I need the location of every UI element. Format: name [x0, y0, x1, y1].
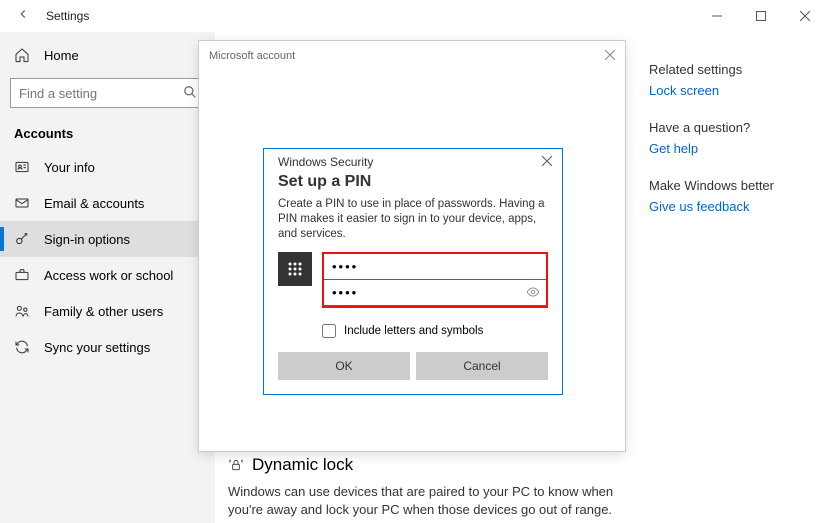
dynamic-lock-icon — [228, 457, 244, 473]
related-settings-heading: Related settings — [649, 62, 817, 77]
include-letters-label: Include letters and symbols — [344, 325, 483, 337]
sidebar-item-label: Your info — [44, 160, 95, 175]
key-icon — [14, 231, 30, 247]
keypad-icon — [278, 252, 312, 286]
security-dialog-desc: Create a PIN to use in place of password… — [264, 197, 562, 252]
sidebar-section-title: Accounts — [0, 118, 215, 149]
security-dialog-close-icon[interactable] — [542, 155, 552, 169]
sidebar-item-label: Sign-in options — [44, 232, 130, 247]
minimize-button[interactable] — [695, 0, 739, 32]
close-button[interactable] — [783, 0, 827, 32]
search-wrap — [10, 78, 205, 108]
sidebar: Home Accounts Your info Email & accounts… — [0, 32, 215, 523]
sidebar-item-email-accounts[interactable]: Email & accounts — [0, 185, 215, 221]
pin-confirm-input[interactable] — [324, 280, 546, 306]
dynamic-lock-section: Dynamic lock Windows can use devices tha… — [228, 455, 628, 518]
sidebar-item-family-users[interactable]: Family & other users — [0, 293, 215, 329]
sidebar-home[interactable]: Home — [0, 38, 215, 72]
people-icon — [14, 303, 30, 319]
ms-modal-close-icon[interactable] — [605, 50, 615, 63]
pin-input[interactable] — [324, 254, 546, 280]
home-icon — [14, 47, 30, 63]
sidebar-item-label: Access work or school — [44, 268, 173, 283]
title-bar: Settings — [0, 0, 827, 32]
cancel-button[interactable]: Cancel — [416, 352, 548, 380]
feedback-link[interactable]: Give us feedback — [649, 199, 817, 214]
briefcase-icon — [14, 267, 30, 283]
lock-screen-link[interactable]: Lock screen — [649, 83, 817, 98]
dynamic-lock-text: Windows can use devices that are paired … — [228, 483, 628, 518]
question-heading: Have a question? — [649, 120, 817, 135]
maximize-button[interactable] — [739, 0, 783, 32]
dynamic-lock-title: Dynamic lock — [252, 455, 353, 475]
sidebar-item-label: Family & other users — [44, 304, 163, 319]
security-dialog-header: Windows Security — [278, 155, 373, 169]
get-help-link[interactable]: Get help — [649, 141, 817, 156]
windows-security-dialog: Windows Security Set up a PIN Create a P… — [263, 148, 563, 395]
pin-fields-highlight — [322, 252, 548, 308]
include-letters-checkbox[interactable] — [322, 324, 336, 338]
sidebar-item-access-work-school[interactable]: Access work or school — [0, 257, 215, 293]
search-icon — [183, 85, 197, 102]
sidebar-item-your-info[interactable]: Your info — [0, 149, 215, 185]
mail-icon — [14, 195, 30, 211]
back-icon[interactable] — [16, 7, 30, 25]
ms-modal-title: Microsoft account — [209, 50, 295, 62]
sidebar-item-sync-settings[interactable]: Sync your settings — [0, 329, 215, 365]
reveal-password-icon[interactable] — [526, 285, 540, 302]
sidebar-item-label: Sync your settings — [44, 340, 150, 355]
right-panel: Related settings Lock screen Have a ques… — [649, 62, 827, 236]
ok-button[interactable]: OK — [278, 352, 410, 380]
sync-icon — [14, 339, 30, 355]
person-badge-icon — [14, 159, 30, 175]
sidebar-item-label: Email & accounts — [44, 196, 144, 211]
search-input[interactable] — [10, 78, 205, 108]
app-title: Settings — [46, 9, 89, 23]
security-dialog-title: Set up a PIN — [264, 171, 562, 197]
make-better-heading: Make Windows better — [649, 178, 817, 193]
sidebar-item-signin-options[interactable]: Sign-in options — [0, 221, 215, 257]
sidebar-home-label: Home — [44, 48, 79, 63]
